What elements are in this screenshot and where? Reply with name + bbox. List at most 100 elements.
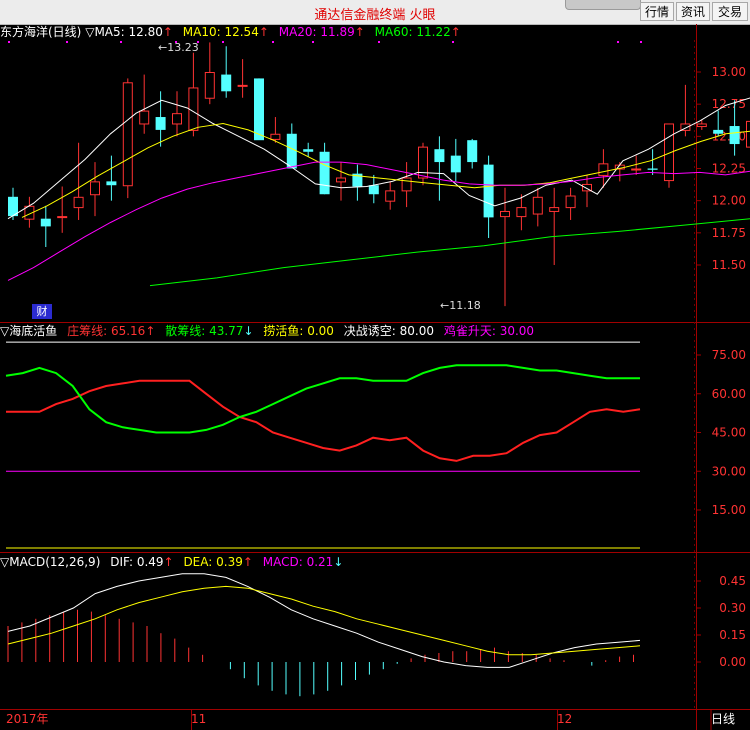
period-selector[interactable]: 日线 <box>711 712 735 726</box>
sanchou-value: 43.77 <box>209 324 244 338</box>
grid-dot <box>694 448 695 450</box>
ma10-value: 12.54 <box>224 25 259 39</box>
grid-dot <box>694 310 695 312</box>
y-axis-tick-label: 13.00 <box>712 65 746 79</box>
grid-dot <box>694 268 695 270</box>
grid-dot <box>694 160 695 162</box>
candle-body <box>286 133 297 169</box>
candle-body <box>155 117 166 130</box>
juezhan-label: 决战诱空: <box>343 324 396 338</box>
grid-dot <box>694 88 695 90</box>
grid-dot <box>694 568 695 570</box>
grid-dot <box>694 550 695 552</box>
grid-dot <box>694 490 695 492</box>
grid-dot <box>694 478 695 480</box>
macd-name[interactable]: MACD(12,26,9) <box>9 555 100 569</box>
ma60-line <box>149 218 750 287</box>
grid-dot <box>694 418 695 420</box>
grid-dot <box>694 262 695 264</box>
ma60-label: MA60: <box>374 25 413 39</box>
candle-body <box>631 168 642 171</box>
grid-dot <box>694 430 695 432</box>
grid-dot <box>694 628 695 630</box>
grid-dot <box>694 328 695 330</box>
grid-dot <box>694 106 695 108</box>
stock-name[interactable]: 东方海洋(日线) <box>0 25 81 39</box>
grid-dot <box>694 274 695 276</box>
grid-dot <box>694 622 695 624</box>
grid-dot <box>694 304 695 306</box>
grid-dot <box>694 316 695 318</box>
grid-dot <box>694 250 695 252</box>
grid-dot <box>694 514 695 516</box>
signal-dot <box>272 41 274 43</box>
grid-dot <box>694 370 695 372</box>
zhuangchou-line <box>6 379 641 462</box>
ma20-label: MA20: <box>278 25 317 39</box>
grid-dot <box>694 238 695 240</box>
grid-dot <box>694 136 695 138</box>
dif-label: DIF: <box>110 555 133 569</box>
grid-dot <box>694 322 695 324</box>
sanchou-line <box>5 364 640 434</box>
grid-dot <box>694 610 695 612</box>
grid-dot <box>694 508 695 510</box>
grid-dot <box>694 424 695 426</box>
candle-body <box>450 155 461 173</box>
grid-dot <box>694 652 695 654</box>
candle-body <box>90 181 100 196</box>
grid-dot <box>694 46 695 48</box>
grid-dot <box>694 598 695 600</box>
grid-dot <box>694 82 695 84</box>
grid-dot <box>694 100 695 102</box>
signal-dot <box>120 41 122 43</box>
grid-dot <box>694 664 695 666</box>
ma20-value: 11.89 <box>320 25 355 39</box>
grid-dot <box>694 634 695 636</box>
indicator-marker[interactable]: ▽ <box>0 555 9 569</box>
grid-dot <box>694 532 695 534</box>
macd-panel: 0.45 0.30 0.15 0.00 <box>7 573 746 697</box>
grid-dot <box>694 412 695 414</box>
grid-dot <box>694 256 695 258</box>
ma20-line <box>7 161 750 281</box>
x-axis-month-label: 11 <box>191 712 207 726</box>
grid-dot <box>694 646 695 648</box>
haidi-name[interactable]: 海底活鱼 <box>9 324 57 338</box>
grid-dot <box>694 538 695 540</box>
main-indicator-header: 东方海洋(日线) ▽MA5: 12.80↑ MA10: 12.54↑ MA20:… <box>0 25 461 39</box>
grid-dot <box>694 466 695 468</box>
dif-value: 0.49 <box>136 555 164 569</box>
candle-body <box>106 181 117 186</box>
grid-dot <box>694 544 695 546</box>
candle-body <box>401 177 412 192</box>
grid-dot <box>694 58 695 60</box>
signal-dot <box>8 41 10 43</box>
grid-dot <box>694 76 695 78</box>
macd-value: 0.21 <box>306 555 334 569</box>
grid-dot <box>694 208 695 210</box>
grid-dot <box>694 496 695 498</box>
signal-dot <box>66 41 68 43</box>
signal-dot <box>617 41 619 43</box>
high-price-label: ←13.23 <box>158 41 199 54</box>
grid-dot <box>694 502 695 504</box>
indicator-marker[interactable]: ▽ <box>0 324 9 338</box>
candle-body <box>221 74 232 92</box>
grid-dot <box>694 352 695 354</box>
grid-dot <box>694 130 695 132</box>
grid-dot <box>694 406 695 408</box>
ma60-value: 11.22 <box>416 25 451 39</box>
grid-dot <box>694 574 695 576</box>
grid-dot <box>694 94 695 96</box>
chart-canvas[interactable]: 13.0012.7512.5012.2512.0011.7511.50 75.0… <box>0 0 750 730</box>
y-axis-tick-label: 0.15 <box>719 628 746 642</box>
grid-dot <box>694 214 695 216</box>
grid-dot <box>694 586 695 588</box>
candle-body <box>254 78 264 141</box>
laohuoyu-label: 捞活鱼: <box>263 324 304 338</box>
y-axis-tick-label: 60.00 <box>712 387 746 401</box>
signal-dot <box>222 41 224 43</box>
finance-badge[interactable]: 财 <box>32 304 52 319</box>
grid-dot <box>694 676 695 678</box>
